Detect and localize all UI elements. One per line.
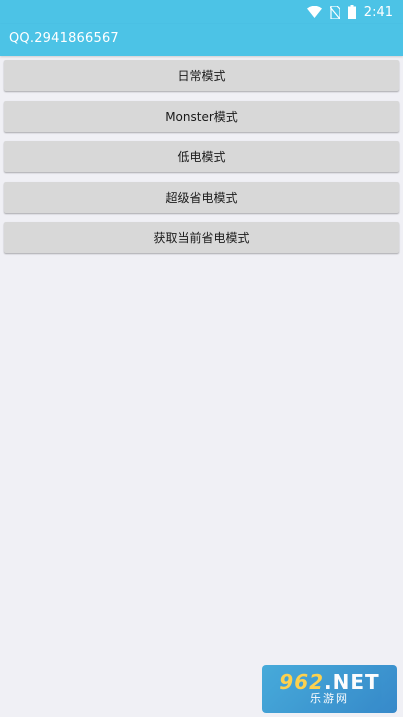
super-power-saving-mode-button[interactable]: 超级省电模式	[4, 181, 399, 213]
toolbar-title: QQ.2941866567	[9, 31, 119, 46]
monster-mode-button[interactable]: Monster模式	[4, 100, 399, 132]
app-toolbar: QQ.2941866567	[0, 24, 403, 56]
low-power-mode-button[interactable]: 低电模式	[4, 141, 399, 172]
watermark-bottom: 乐游网	[310, 692, 349, 705]
status-bar: 2:41	[0, 0, 403, 24]
watermark-suffix: .NET	[324, 670, 380, 694]
get-current-power-mode-button[interactable]: 获取当前省电模式	[4, 222, 399, 253]
watermark-top: 962.NET	[279, 672, 379, 692]
watermark-logo: 962.NET 乐游网	[262, 665, 397, 713]
wifi-icon	[306, 6, 322, 18]
status-time: 2:41	[363, 4, 393, 20]
mode-button-list: 日常模式 Monster模式 低电模式 超级省电模式 获取当前省电模式	[4, 60, 399, 263]
daily-mode-button[interactable]: 日常模式	[4, 60, 399, 91]
no-sim-icon	[329, 5, 340, 19]
watermark-number: 962	[279, 670, 325, 694]
battery-icon	[347, 5, 356, 19]
status-icons: 2:41	[306, 3, 393, 21]
